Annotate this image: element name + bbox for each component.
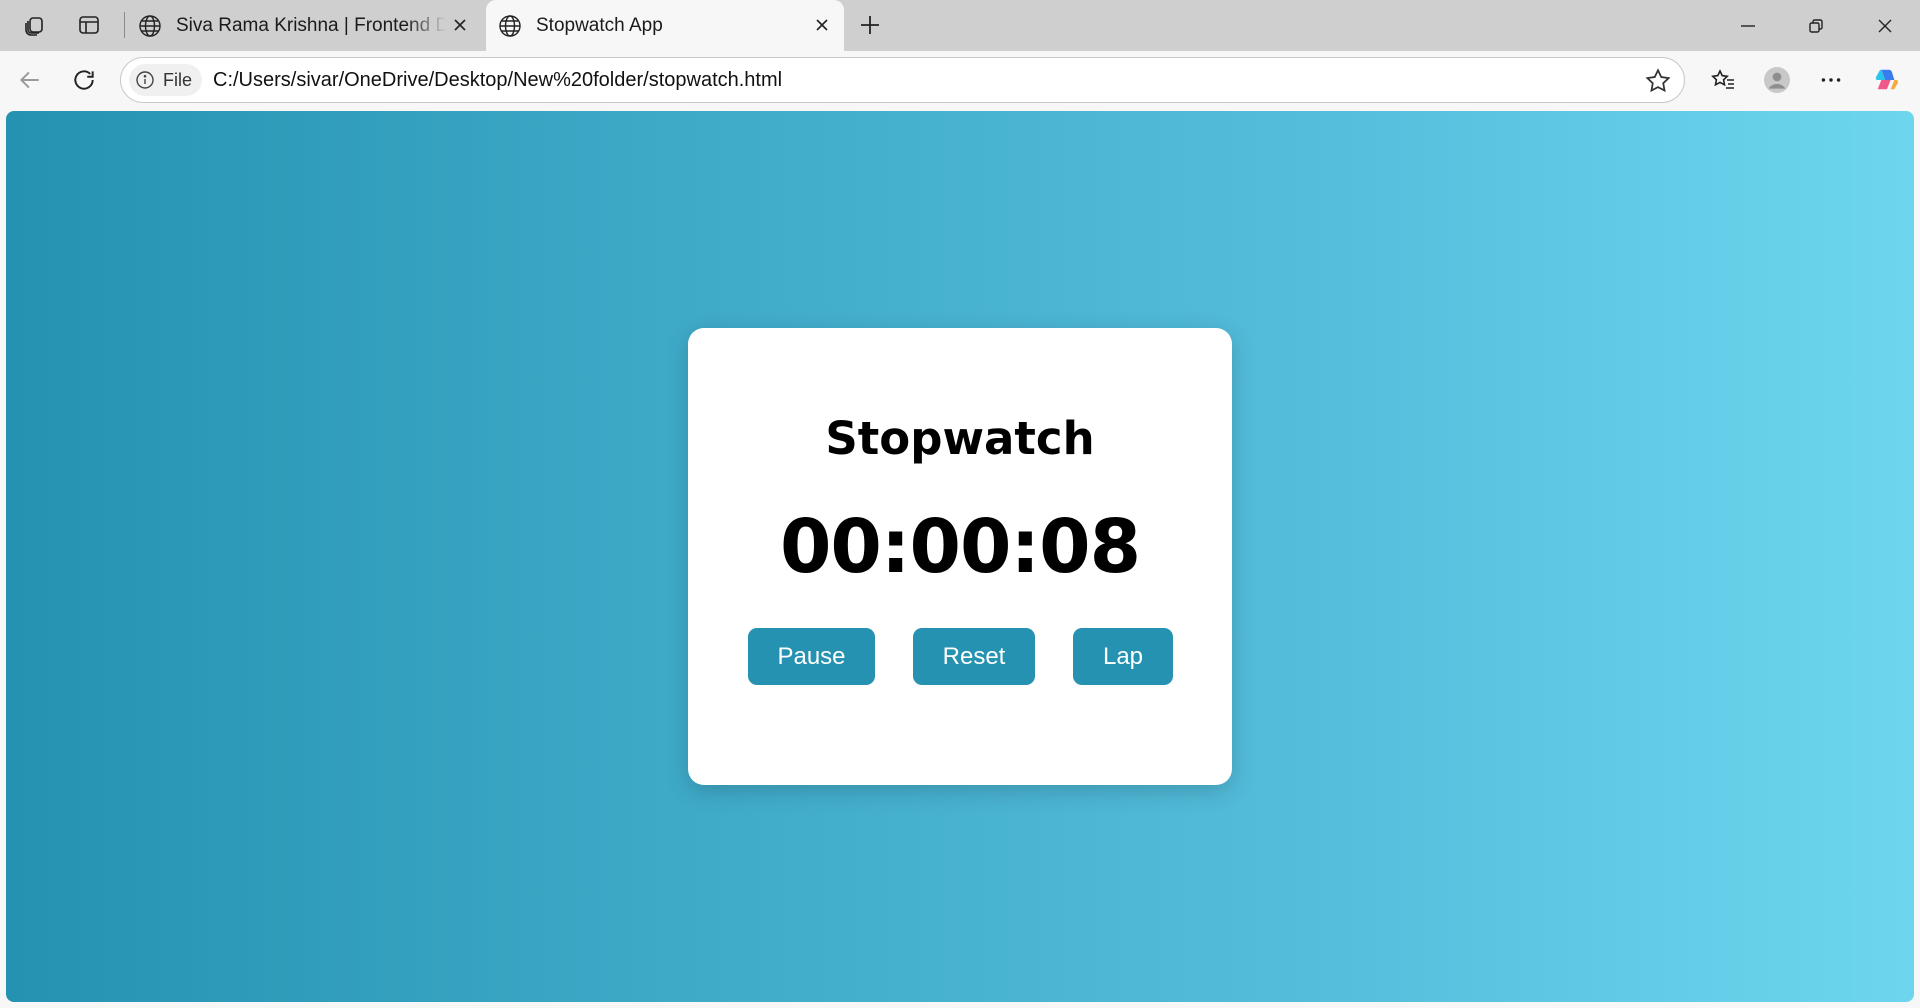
tab-strip: Siva Rama Krishna | Frontend Developer S… [0,0,1920,51]
close-tab-icon[interactable] [448,13,472,37]
address-bar[interactable]: File C:/Users/sivar/OneDrive/Desktop/New… [120,57,1685,103]
scheme-label: File [163,69,193,90]
copilot-button[interactable] [1866,60,1906,100]
workspaces-icon[interactable] [17,8,53,42]
tab-title: Stopwatch App [536,14,663,36]
bottom-edge [0,1002,1920,1008]
star-icon[interactable] [1644,67,1672,95]
vertical-tabs-icon[interactable] [71,8,107,42]
toolbar: File C:/Users/sivar/OneDrive/Desktop/New… [0,51,1920,110]
info-icon [136,71,154,89]
tab-stopwatch[interactable]: Stopwatch App [486,0,844,51]
tab-separator [124,12,125,38]
tab-portfolio[interactable]: Siva Rama Krishna | Frontend Developer [126,0,482,51]
minimize-button[interactable] [1713,0,1783,51]
copilot-icon [1875,69,1899,90]
back-button[interactable] [10,60,50,100]
tab-title: Siva Rama Krishna | Frontend Developer [176,14,446,36]
close-window-button[interactable] [1850,0,1920,51]
back-arrow-icon [19,71,39,89]
url-text[interactable]: C:/Users/sivar/OneDrive/Desktop/New%20fo… [213,69,782,92]
profile-button[interactable] [1757,60,1797,100]
favorites-button[interactable] [1703,60,1743,100]
more-icon [1821,78,1841,82]
time-display: 00:00:08 [779,504,1141,590]
new-tab-button[interactable] [852,8,888,42]
more-button[interactable] [1811,60,1851,100]
site-info-button[interactable]: File [129,64,203,96]
lap-button[interactable]: Lap [1073,628,1173,685]
globe-icon [499,14,521,37]
reset-button[interactable]: Reset [913,628,1035,685]
stopwatch-card: Stopwatch 00:00:08 Pause Reset Lap [688,328,1232,785]
profile-icon [1764,67,1790,93]
page-viewport: Stopwatch 00:00:08 Pause Reset Lap [6,111,1914,1002]
restore-button[interactable] [1781,0,1851,51]
page-title: Stopwatch [825,412,1095,465]
pause-button[interactable]: Pause [748,628,875,685]
refresh-icon [74,70,94,90]
favorites-icon [1711,69,1734,89]
close-tab-icon[interactable] [810,13,834,37]
globe-icon [139,14,161,37]
refresh-button[interactable] [64,60,104,100]
